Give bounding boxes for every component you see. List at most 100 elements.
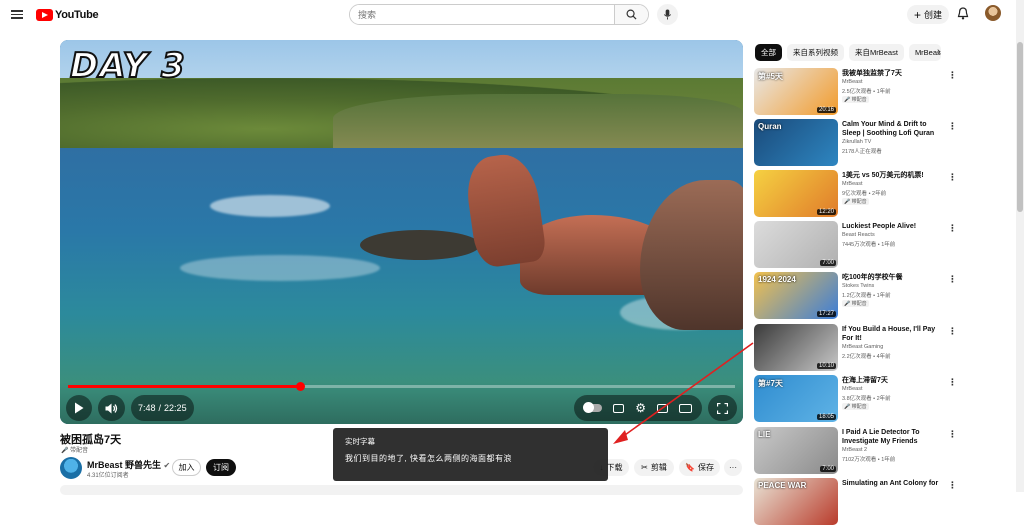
- recommendation-title[interactable]: 吃100年的学校午餐: [842, 273, 942, 282]
- channel-avatar[interactable]: [60, 457, 82, 479]
- recommendation-meta: 7445万次观看 • 1年前: [842, 242, 896, 248]
- voice-search-button[interactable]: [657, 4, 678, 25]
- recommendation-thumbnail[interactable]: 第#5天 20:16: [754, 68, 838, 115]
- duration-badge: 18:05: [816, 414, 836, 420]
- page-scrollbar[interactable]: [1016, 0, 1024, 492]
- caption-heading: 实时字幕: [345, 437, 375, 446]
- save-label: 保存: [697, 463, 714, 472]
- scrollbar-thumb[interactable]: [1017, 42, 1023, 212]
- recommendation-thumbnail[interactable]: Quran: [754, 119, 838, 166]
- more-vertical-icon[interactable]: ⋮: [948, 429, 957, 440]
- recommendation-item[interactable]: Quran Calm Your Mind & Drift to Sleep | S…: [754, 119, 960, 167]
- search-icon: [626, 9, 637, 20]
- recommendation-channel[interactable]: MrBeast: [842, 79, 862, 85]
- recommendation-thumbnail[interactable]: 1924 2024 17:27: [754, 272, 838, 319]
- join-button[interactable]: 加入: [172, 459, 201, 476]
- volume-icon: [105, 403, 118, 413]
- chip-from-mrbeast[interactable]: 来自MrBeast: [849, 44, 904, 61]
- more-vertical-icon[interactable]: ⋮: [948, 274, 957, 285]
- recommendation-title[interactable]: 1美元 vs 50万美元的机票!: [842, 171, 942, 180]
- more-vertical-icon[interactable]: ⋮: [948, 326, 957, 337]
- subscriber-count: 4.31亿位订阅者: [87, 473, 129, 479]
- thumbnail-text: PEACE WAR: [758, 481, 807, 490]
- recommendation-item[interactable]: PEACE WAR Simulating an Ant Colony for ⋮: [754, 478, 960, 526]
- recommendation-title[interactable]: 在海上滞留7天: [842, 376, 942, 385]
- recommendation-meta: 2.2亿次观看 • 4年前: [842, 354, 891, 360]
- play-button[interactable]: [66, 395, 92, 421]
- chip-series[interactable]: 来自系列视频: [787, 44, 844, 61]
- recommendation-title[interactable]: Luckiest People Alive!: [842, 222, 942, 231]
- description-box[interactable]: [60, 485, 743, 495]
- player-controls-left: 7:48 / 22:25: [66, 395, 194, 421]
- subscribe-button[interactable]: 订阅: [206, 459, 236, 476]
- recommendation-item[interactable]: 1924 2024 17:27 吃100年的学校午餐 Stokes Twins 1.2亿…: [754, 272, 960, 320]
- recommendation-meta: 7102万次观看 • 1年前: [842, 457, 896, 463]
- dubbed-tag-label: 带配音: [851, 404, 867, 410]
- recommendation-item[interactable]: 第#5天 20:16 我被单独监禁了7天 MrBeast 2.5亿次观看 • 1年前 🎤 …: [754, 68, 960, 116]
- progress-fill: [68, 385, 301, 388]
- more-vertical-icon[interactable]: ⋮: [948, 377, 957, 388]
- verified-icon: ✔: [163, 461, 171, 470]
- plus-icon: +: [913, 7, 921, 22]
- recommendation-item[interactable]: 第#7天 18:05 在海上滞留7天 MrBeast 3.8亿次观看 • 2年前 🎤 带配…: [754, 375, 960, 423]
- recommendation-meta: 3.8亿次观看 • 2年前: [842, 396, 891, 402]
- chip-all[interactable]: 全部: [755, 44, 782, 61]
- recommendation-channel[interactable]: Stokes Twins: [842, 283, 874, 289]
- dubbed-tag-label: 带配音: [851, 199, 867, 205]
- recommendation-title[interactable]: Calm Your Mind & Drift to Sleep | Soothi…: [842, 120, 942, 138]
- recommendation-channel[interactable]: Beast Reacts: [842, 232, 875, 238]
- recommendation-thumbnail[interactable]: 第#7天 18:05: [754, 375, 838, 422]
- recommendation-item[interactable]: LIE 7:00 I Paid A Lie Detector To Investig…: [754, 427, 960, 475]
- recommendation-channel[interactable]: MrBeast: [842, 181, 862, 187]
- video-frame-island-right: [333, 93, 743, 156]
- recommendation-title[interactable]: I Paid A Lie Detector To Investigate My …: [842, 428, 942, 446]
- recommendation-channel[interactable]: MrBeast 2: [842, 447, 867, 453]
- recommendation-thumbnail[interactable]: 7:00: [754, 221, 838, 268]
- channel-name-text: MrBeast 野兽先生: [87, 460, 162, 470]
- time-total: 22:25: [164, 403, 187, 413]
- search-button[interactable]: [614, 5, 648, 24]
- annotation-arrow: [613, 342, 754, 444]
- recommendation-item[interactable]: 12:20 1美元 vs 50万美元的机票! MrBeast 9亿次观看 • 2年前 🎤…: [754, 170, 960, 218]
- account-avatar[interactable]: [985, 5, 1001, 21]
- dubbed-tag: 🎤 带配音: [842, 300, 869, 307]
- recommendation-thumbnail[interactable]: 12:20: [754, 170, 838, 217]
- duration-badge: 12:20: [816, 209, 836, 215]
- more-vertical-icon[interactable]: ⋮: [948, 223, 957, 234]
- recommendation-channel[interactable]: MrBeast Gaming: [842, 344, 883, 350]
- save-button[interactable]: 🔖 保存: [679, 459, 720, 476]
- recommendation-thumbnail[interactable]: 10:10: [754, 324, 838, 371]
- recommendation-title[interactable]: Simulating an Ant Colony for: [842, 479, 942, 488]
- thumbnail-text: 1924 2024: [758, 275, 796, 284]
- video-frame-rock: [360, 230, 480, 260]
- recommendation-title[interactable]: 我被单独监禁了7天: [842, 69, 942, 78]
- clip-button[interactable]: ✂ 剪辑: [634, 459, 674, 476]
- volume-button[interactable]: [98, 395, 125, 421]
- recommendation-meta: 2.5亿次观看 • 1年前: [842, 89, 891, 95]
- menu-icon[interactable]: [11, 8, 23, 20]
- create-button[interactable]: + 创建: [907, 5, 949, 24]
- recommendation-channel[interactable]: Zikrullah TV: [842, 139, 871, 145]
- more-vertical-icon[interactable]: ⋮: [948, 70, 957, 81]
- more-vertical-icon[interactable]: ⋮: [948, 480, 957, 491]
- recommendation-item[interactable]: 10:10 If You Build a House, I'll Pay For …: [754, 324, 960, 372]
- thumbnail-text: LIE: [758, 430, 771, 439]
- recommendation-thumbnail[interactable]: LIE 7:00: [754, 427, 838, 474]
- recommendation-thumbnail[interactable]: PEACE WAR: [754, 478, 838, 525]
- notifications-button[interactable]: [957, 7, 969, 25]
- duration-badge: 10:10: [816, 363, 836, 369]
- scissors-icon: ✂: [641, 463, 648, 472]
- recommendation-title[interactable]: If You Build a House, I'll Pay For It!: [842, 325, 942, 343]
- recommendation-channel[interactable]: MrBeast: [842, 386, 862, 392]
- youtube-logo[interactable]: YouTube: [36, 7, 99, 23]
- more-actions-button[interactable]: ···: [724, 459, 742, 476]
- video-overlay-text: DAY 3: [69, 45, 186, 87]
- caption-text: 我们到目的地了, 快看怎么两侧的海面都有浪: [345, 454, 512, 463]
- time-separator: /: [158, 403, 162, 413]
- chevron-right-icon[interactable]: ›: [937, 46, 941, 58]
- search-input[interactable]: [350, 5, 614, 24]
- thumbnail-text: 第#5天: [758, 72, 783, 81]
- more-vertical-icon[interactable]: ⋮: [948, 121, 957, 132]
- more-vertical-icon[interactable]: ⋮: [948, 172, 957, 183]
- recommendation-item[interactable]: 7:00 Luckiest People Alive! Beast Reacts 74…: [754, 221, 960, 269]
